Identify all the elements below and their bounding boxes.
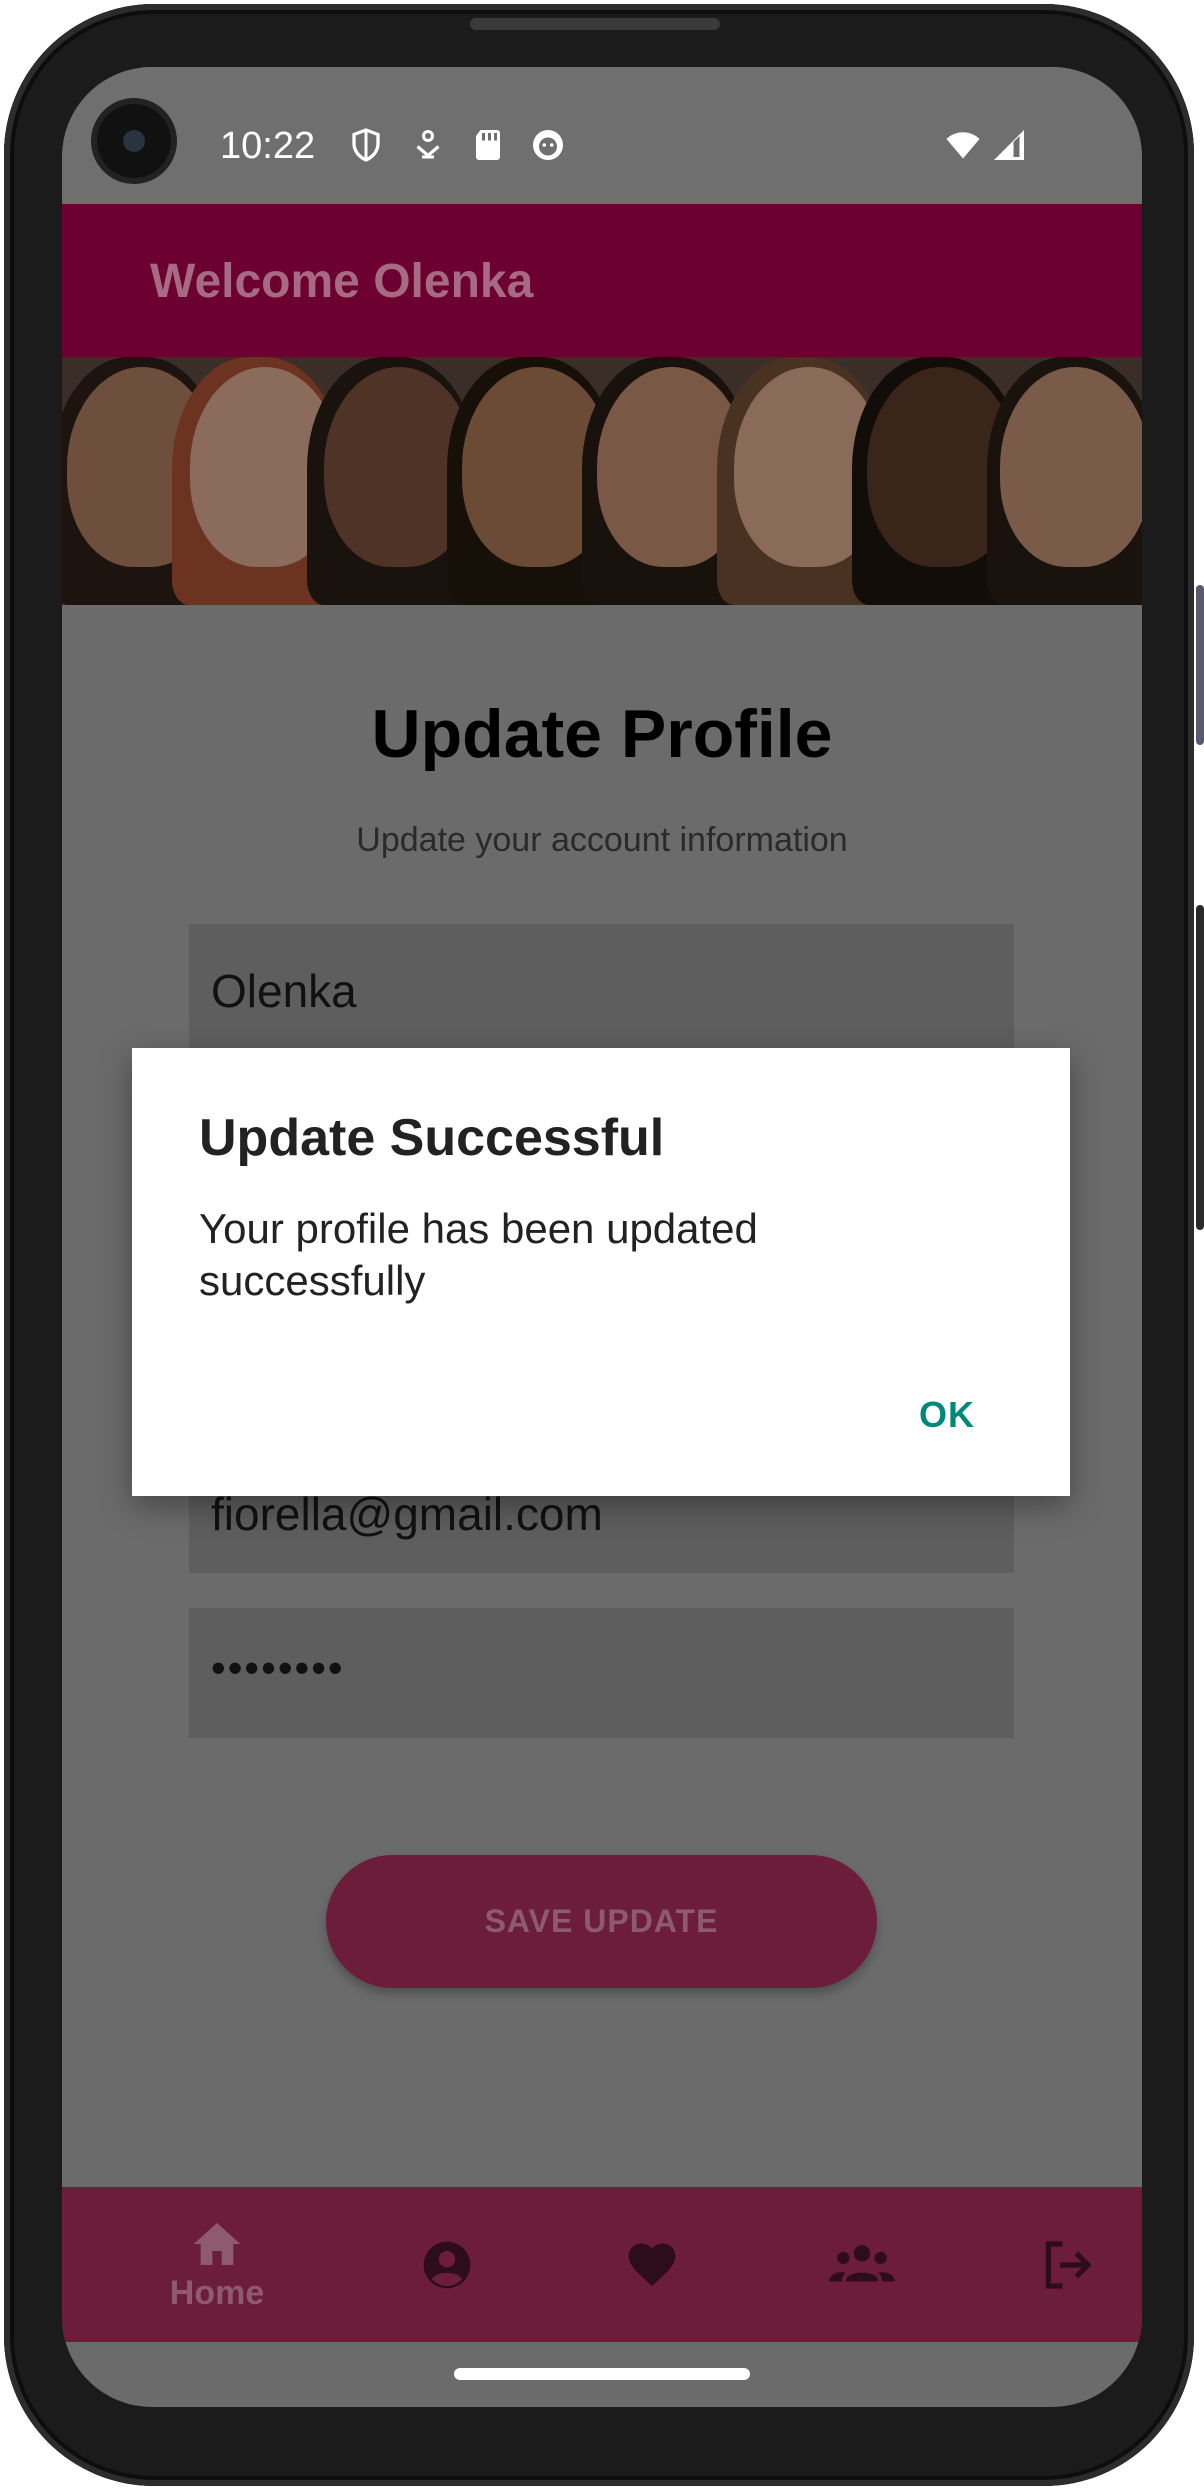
face-icon (530, 127, 566, 163)
nav-item-home[interactable]: Home (132, 2187, 302, 2342)
password-field[interactable]: •••••••• (189, 1608, 1014, 1738)
dialog-title: Update Successful (199, 1109, 665, 1167)
banner-image (62, 357, 1142, 605)
nav-label-home: Home (169, 2274, 265, 2312)
nav-item-favorites[interactable] (597, 2187, 707, 2342)
app-bar: Welcome Olenka (62, 204, 1142, 357)
app-bar-title: Welcome Olenka (150, 255, 534, 308)
sd-card-icon (470, 127, 506, 163)
shield-icon (348, 127, 384, 163)
success-dialog: Update Successful Your profile has been … (132, 1048, 1070, 1496)
save-update-button[interactable]: SAVE UPDATE (326, 1855, 877, 1988)
status-bar: 10:22 (62, 67, 1142, 204)
screen: 10:22 Welcome Olenka Update Profile Upda… (62, 67, 1142, 2407)
volume-button (1196, 905, 1204, 1230)
location-icon (410, 127, 446, 163)
home-icon (193, 2223, 241, 2265)
status-time: 10:22 (220, 125, 316, 167)
profile-icon (423, 2241, 471, 2288)
ok-button[interactable]: OK (919, 1394, 975, 1436)
power-button (1196, 585, 1204, 745)
logout-icon (1045, 2240, 1092, 2289)
nav-item-community[interactable] (797, 2187, 927, 2342)
wifi-icon (942, 127, 984, 163)
nav-item-logout[interactable] (1012, 2187, 1122, 2342)
password-value: •••••••• (211, 1644, 345, 1691)
nav-item-profile[interactable] (392, 2187, 502, 2342)
dialog-message: Your profile has been updated successful… (199, 1205, 758, 1304)
cell-signal-icon (990, 127, 1028, 163)
phone-frame: 10:22 Welcome Olenka Update Profile Upda… (0, 0, 1204, 2491)
heart-icon (628, 2243, 676, 2286)
page-title: Update Profile (371, 696, 833, 772)
name-value: Olenka (211, 965, 357, 1017)
bottom-nav: Home (62, 2187, 1142, 2342)
camera-icon (97, 104, 171, 178)
gesture-bar[interactable] (454, 2368, 750, 2380)
group-icon (829, 2244, 895, 2281)
name-field[interactable]: Olenka (189, 924, 1014, 1054)
page-subtitle: Update your account information (356, 821, 848, 859)
speaker-grille (470, 18, 720, 30)
